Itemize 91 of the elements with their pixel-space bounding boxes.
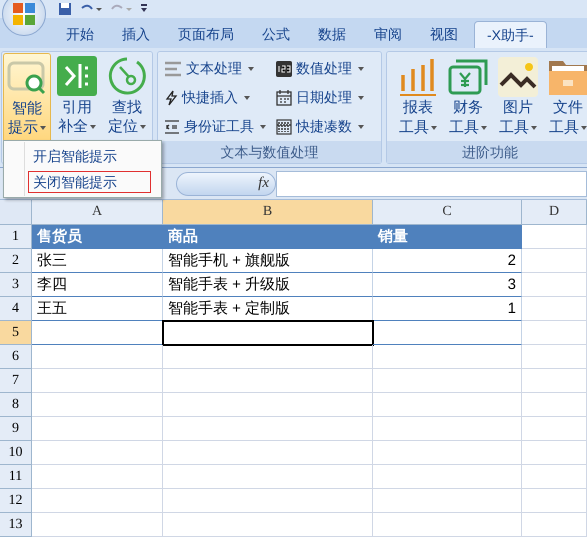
table-cell: 智能手表 + 升级版 [163,273,373,297]
table-cell [522,489,587,513]
caret-icon [358,124,364,128]
table-cell [522,393,587,417]
ribbon-button[interactable]: 报表 工具 [393,52,443,138]
table-cell [522,225,587,249]
ribbon-button[interactable]: 日期处理 [270,83,383,112]
lines-icon [164,60,182,76]
caret-icon [358,66,364,70]
row-header[interactable]: 12 [0,489,32,513]
row-header[interactable]: 13 [0,513,32,537]
tab[interactable]: 审阅 [362,21,414,48]
caret-icon [90,124,96,128]
formula-input[interactable] [276,170,587,196]
ribbon-button[interactable]: 快捷插入 [158,83,270,112]
table-cell [522,321,587,345]
table-cell [522,249,587,273]
row-header[interactable]: 2 [0,249,32,273]
table-cell [522,273,587,297]
tab[interactable]: 数据 [306,21,358,48]
table-cell: 销量 [373,225,522,249]
money-icon [448,56,488,96]
table-cell: 售货员 [32,225,163,249]
row-header[interactable]: 1 [0,225,32,249]
row-header[interactable]: 6 [0,345,32,369]
table-cell [522,297,587,321]
table-cell: 智能手机 + 旗舰版 [163,249,373,273]
table-cell: 李四 [32,273,163,297]
caret-icon [431,126,437,130]
tab[interactable]: 页面布局 [166,21,246,48]
row-header[interactable]: 9 [0,417,32,441]
table-cell [522,417,587,441]
table-cell [522,513,587,537]
table-cell: 张三 [32,249,163,273]
active-cell[interactable] [163,321,373,345]
tab[interactable]: 开始 [54,21,106,48]
table-cell: 王五 [32,297,163,321]
row-header[interactable]: 4 [0,297,32,321]
ribbon-button[interactable]: 身份证工具 [158,112,270,141]
abacus-icon [276,118,292,134]
ribbon-button[interactable]: 快捷凑数 [270,112,383,141]
table-cell: 智能手表 + 定制版 [163,297,373,321]
row-header[interactable]: 5 [0,321,32,345]
row-header[interactable]: 8 [0,393,32,417]
group-label: 进阶功能 [387,141,587,163]
row-header[interactable]: 10 [0,441,32,465]
ribbon-button[interactable]: 文件 工具 [543,52,587,138]
row-header[interactable]: 11 [0,465,32,489]
tab[interactable]: 插入 [110,21,162,48]
table-cell [522,345,587,369]
tab[interactable]: -X助手- [474,21,547,48]
table-cell: 1 [373,297,522,321]
tab[interactable]: 视图 [418,21,470,48]
caret-icon [40,126,46,130]
row-header[interactable]: 7 [0,369,32,393]
caret-icon [531,126,537,130]
ribbon-button[interactable]: 数值处理 [270,54,383,83]
ribbon-button[interactable]: 文本处理 [158,54,270,83]
ribbon-button[interactable]: 财务 工具 [443,52,493,138]
column-header[interactable]: A [32,200,163,224]
arrow-bar-icon [57,56,97,96]
column-header[interactable]: B [163,200,373,224]
table-cell [522,441,587,465]
number-icon [276,60,292,76]
calendar-icon [276,90,292,106]
formula-bar-button[interactable]: fx [176,172,276,196]
image-icon [498,56,538,96]
save-icon[interactable] [58,2,72,16]
card-icon [164,118,180,134]
ribbon-button[interactable]: 图片 工具 [493,52,543,138]
table-cell: 商品 [163,225,373,249]
column-header[interactable]: C [373,200,522,224]
lightning-icon [164,90,178,106]
caret-icon [248,66,254,70]
table-cell [522,465,587,489]
table-cell [522,369,587,393]
caret-icon [481,126,487,130]
caret-icon [358,96,364,100]
caret-icon [581,126,587,130]
logo [11,1,37,27]
table-cell: 3 [373,273,522,297]
caret-icon [244,96,250,100]
bar-chart-icon [398,56,438,96]
column-header[interactable]: D [522,200,587,224]
caret-icon [260,124,266,128]
caret-icon [140,124,146,128]
row-header[interactable]: 3 [0,273,32,297]
menu-item[interactable]: 关闭智能提示 [28,171,151,193]
tab[interactable]: 公式 [250,21,302,48]
table-cell: 2 [373,249,522,273]
dial-icon [107,56,147,96]
